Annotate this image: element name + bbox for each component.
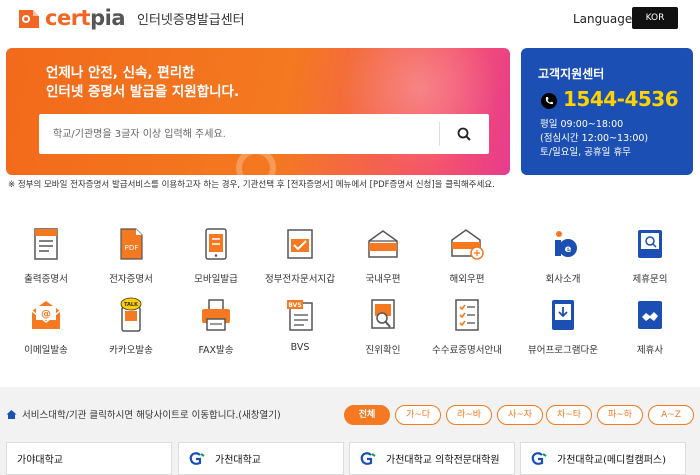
viewer-download-icon bbox=[552, 300, 574, 330]
gachon-logo-icon bbox=[531, 451, 547, 465]
hero-banner: 언제나 안전, 신속, 편리한 인터넷 증명서 발급을 지원합니다. bbox=[6, 48, 510, 175]
support-title: 고객지원센터 bbox=[538, 67, 605, 81]
service-domestic-mail[interactable]: 국내우편 bbox=[340, 226, 426, 285]
service-bvs[interactable]: BVS BVS bbox=[257, 297, 343, 353]
pdf-notice: ※ 정부의 모바일 전자증명서 발급서비스를 이용하고자 하는 경우, 기관선택… bbox=[8, 180, 495, 190]
service-company-info[interactable]: e 회사소개 bbox=[520, 226, 606, 285]
fee-guide-icon bbox=[455, 299, 479, 331]
partners-icon bbox=[638, 301, 662, 329]
filter-pa-ha[interactable]: 파~하 bbox=[597, 405, 643, 425]
company-info-icon: e bbox=[555, 231, 577, 257]
logo-text: certpia bbox=[45, 6, 125, 30]
overseas-mail-icon bbox=[451, 229, 484, 260]
domestic-mail-icon bbox=[368, 230, 398, 258]
svg-text:PDF: PDF bbox=[125, 244, 139, 252]
mobile-issue-icon bbox=[205, 228, 227, 260]
home-icon bbox=[6, 409, 17, 419]
phone-icon bbox=[541, 93, 557, 109]
service-pdf-certificate[interactable]: PDF 전자증명서 bbox=[88, 226, 174, 285]
filter-ga-da[interactable]: 가~다 bbox=[395, 405, 441, 425]
service-fee-guide[interactable]: 수수료증명서안내 bbox=[424, 297, 510, 356]
search-box bbox=[39, 114, 489, 154]
filter-cha-ta[interactable]: 차~타 bbox=[546, 405, 592, 425]
customer-support-panel: 고객지원센터 1544-4536 평일 09:00~18:00 (점심시간 12… bbox=[521, 48, 693, 175]
logo[interactable]: certpia 인터넷증명발급센터 bbox=[17, 6, 245, 30]
filter-ra-ba[interactable]: 라~바 bbox=[446, 405, 492, 425]
fax-send-icon bbox=[202, 299, 230, 331]
search-input[interactable] bbox=[39, 115, 439, 153]
svg-text:TALK: TALK bbox=[124, 302, 139, 308]
authenticity-check-icon bbox=[371, 299, 395, 329]
language-select[interactable]: KOR bbox=[632, 7, 678, 29]
service-printed-certificate[interactable]: 출력증명서 bbox=[3, 226, 89, 285]
logo-subtitle: 인터넷증명발급센터 bbox=[137, 12, 245, 28]
filter-sa-ja[interactable]: 사~자 bbox=[497, 405, 543, 425]
hero-title: 언제나 안전, 신속, 편리한 인터넷 증명서 발급을 지원합니다. bbox=[46, 65, 240, 100]
service-authenticity-check[interactable]: 진위확인 bbox=[340, 297, 426, 356]
service-partnership[interactable]: 제휴문의 bbox=[607, 226, 693, 285]
gachon-logo-icon bbox=[189, 451, 205, 465]
service-kakao-send[interactable]: TALK 카카오발송 bbox=[88, 297, 174, 356]
gachon-logo-icon bbox=[360, 451, 376, 465]
svg-text:e: e bbox=[565, 244, 572, 255]
university-item[interactable]: 가야대학교 bbox=[6, 442, 172, 475]
service-overseas-mail[interactable]: 해외우편 bbox=[424, 226, 510, 285]
service-viewer-download[interactable]: 뷰어프로그램다운 bbox=[520, 297, 606, 356]
search-icon bbox=[457, 127, 471, 141]
support-hours: 평일 09:00~18:00 (점심시간 12:00~13:00) 토/일요일,… bbox=[540, 119, 649, 158]
university-item[interactable]: 가천대학교(메디컬캠퍼스) bbox=[520, 442, 686, 475]
university-item[interactable]: 가천대학교 의학전문대학원 bbox=[349, 442, 515, 475]
service-fax-send[interactable]: FAX발송 bbox=[173, 297, 259, 356]
kakao-send-icon: TALK bbox=[120, 297, 142, 332]
university-note: 서비스대학/기관 클릭하시면 해당사이트로 이동합니다.(새창열기) bbox=[6, 407, 281, 421]
service-partners[interactable]: 제휴사 bbox=[607, 297, 693, 356]
gov-wallet-icon bbox=[287, 229, 313, 259]
support-phone[interactable]: 1544-4536 bbox=[563, 87, 679, 111]
university-section: 서비스대학/기관 클릭하시면 해당사이트로 이동합니다.(새창열기) 전체 가~… bbox=[0, 387, 700, 475]
service-gov-wallet[interactable]: 정부전자문서지갑 bbox=[257, 226, 343, 285]
header: certpia 인터넷증명발급센터 Language KOR bbox=[0, 0, 700, 40]
printed-certificate-icon bbox=[34, 228, 58, 260]
language-label: Language bbox=[573, 12, 633, 26]
filter-all[interactable]: 전체 bbox=[344, 405, 390, 425]
partnership-icon bbox=[638, 230, 662, 258]
email-send-icon: @ bbox=[31, 301, 61, 329]
service-mobile-issue[interactable]: 모바일발급 bbox=[173, 226, 259, 285]
pdf-certificate-icon: PDF bbox=[120, 228, 143, 260]
search-button[interactable] bbox=[440, 114, 488, 154]
university-item[interactable]: 가천대학교 bbox=[178, 442, 344, 475]
bvs-icon: BVS bbox=[287, 300, 313, 331]
filter-a-z[interactable]: A~Z bbox=[648, 405, 694, 425]
svg-text:BVS: BVS bbox=[288, 302, 301, 309]
service-email-send[interactable]: @ 이메일발송 bbox=[3, 297, 89, 356]
logo-icon bbox=[19, 10, 39, 28]
